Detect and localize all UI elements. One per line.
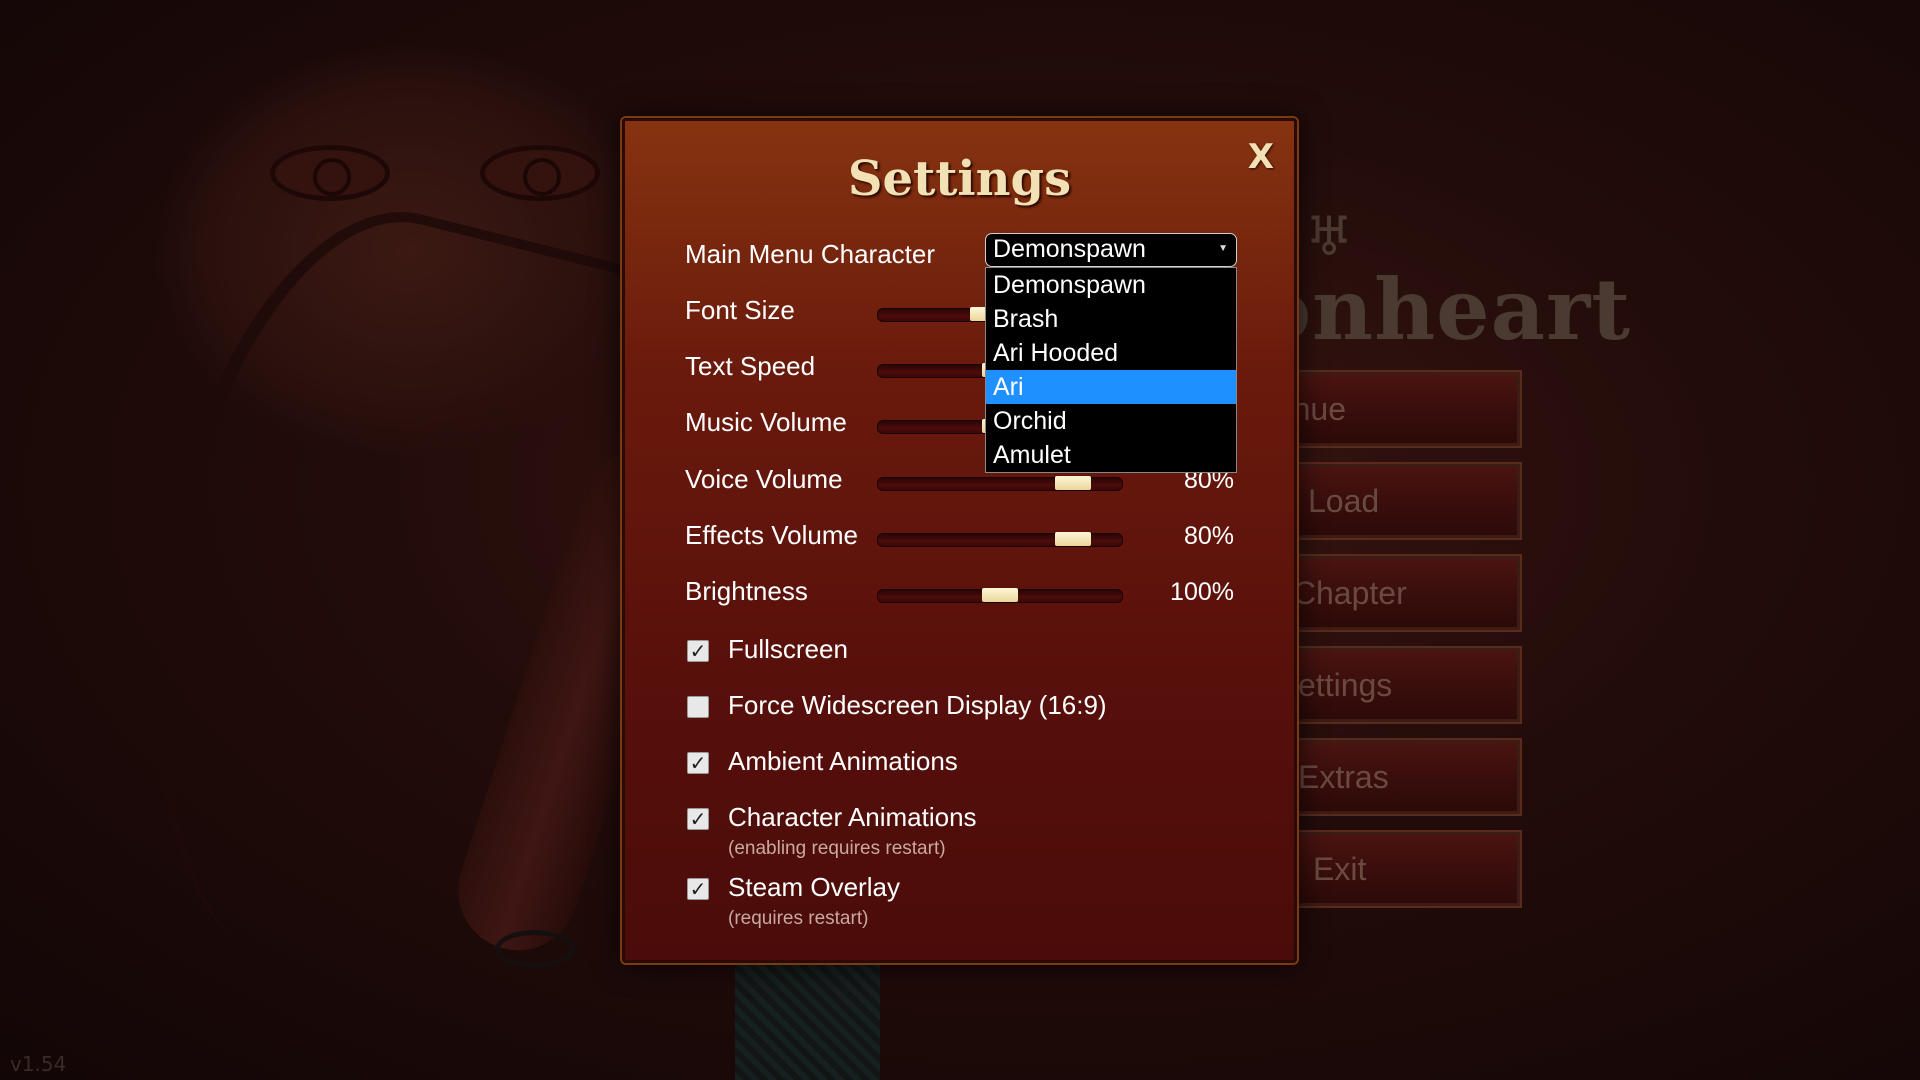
- effects-volume-label: Effects Volume: [685, 520, 858, 550]
- dropdown-option[interactable]: Brash: [986, 302, 1236, 336]
- background-ornament: [735, 960, 880, 1080]
- dropdown-option[interactable]: Demonspawn: [986, 268, 1236, 302]
- music-volume-label: Music Volume: [685, 407, 847, 437]
- character-dropdown-list: Demonspawn Brash Ari Hooded Ari Orchid A…: [985, 267, 1237, 473]
- voice-volume-slider[interactable]: [877, 476, 1123, 491]
- close-button[interactable]: X: [1248, 137, 1274, 177]
- character-animations-note: (enabling requires restart): [728, 838, 946, 859]
- steam-overlay-label: Steam Overlay: [728, 872, 900, 902]
- slider-thumb[interactable]: [1055, 532, 1092, 546]
- character-animations-label: Character Animations: [728, 802, 977, 832]
- voice-volume-label: Voice Volume: [685, 464, 843, 494]
- force-widescreen-checkbox[interactable]: [687, 696, 709, 718]
- fullscreen-label: Fullscreen: [728, 634, 848, 664]
- game-logo: onheart: [1255, 260, 1632, 359]
- brightness-value: 100%: [1170, 578, 1234, 606]
- dialog-title: Settings: [847, 151, 1072, 207]
- settings-dialog: Settings X Main Menu Character Demonspaw…: [622, 118, 1297, 963]
- slider-thumb[interactable]: [982, 588, 1018, 602]
- font-size-label: Font Size: [685, 295, 795, 325]
- background-eye: [480, 145, 600, 201]
- ambient-animations-checkbox[interactable]: ✓: [687, 752, 709, 774]
- dropdown-option[interactable]: Amulet: [986, 438, 1236, 472]
- steam-overlay-checkbox[interactable]: ✓: [687, 878, 709, 900]
- brightness-label: Brightness: [685, 576, 808, 606]
- main-menu-character-label: Main Menu Character: [685, 239, 935, 269]
- dropdown-option-highlighted[interactable]: Ari: [986, 370, 1236, 404]
- background-eye: [270, 145, 390, 201]
- character-animations-checkbox[interactable]: ✓: [687, 808, 709, 830]
- dropdown-option[interactable]: Ari Hooded: [986, 336, 1236, 370]
- main-menu-character-select[interactable]: Demonspawn ▼: [985, 233, 1237, 267]
- version-label: v1.54: [10, 1052, 67, 1076]
- effects-volume-slider[interactable]: [877, 532, 1123, 547]
- text-speed-label: Text Speed: [685, 351, 816, 381]
- fullscreen-checkbox[interactable]: ✓: [687, 640, 709, 662]
- brightness-slider[interactable]: [877, 588, 1123, 603]
- steam-overlay-note: (requires restart): [728, 908, 869, 929]
- force-widescreen-label: Force Widescreen Display (16:9): [728, 690, 1107, 720]
- dropdown-arrow-icon: ▼: [1218, 243, 1228, 254]
- background-bracelet: [495, 930, 575, 968]
- ambient-animations-label: Ambient Animations: [728, 746, 958, 776]
- slider-thumb[interactable]: [1055, 476, 1092, 490]
- logo-ornament-icon: ♅: [1305, 205, 1354, 268]
- effects-volume-value: 80%: [1183, 522, 1234, 550]
- dropdown-option[interactable]: Orchid: [986, 404, 1236, 438]
- select-value: Demonspawn: [993, 235, 1146, 263]
